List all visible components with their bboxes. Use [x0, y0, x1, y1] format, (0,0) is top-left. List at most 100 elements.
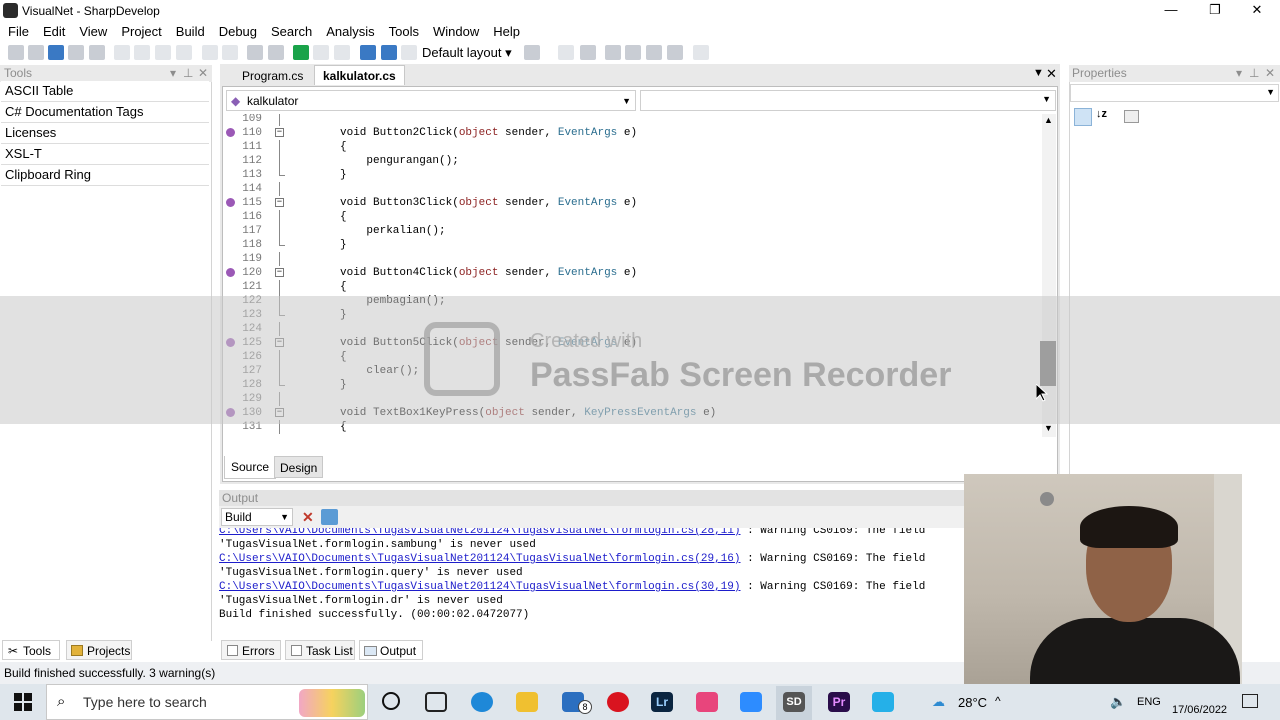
edge-icon[interactable]: [471, 692, 493, 712]
menu-edit[interactable]: Edit: [36, 22, 72, 41]
bookmark-marker-icon[interactable]: [226, 128, 235, 137]
print-icon[interactable]: [89, 45, 105, 60]
comment-icon[interactable]: [605, 45, 621, 60]
replace-icon[interactable]: [667, 45, 683, 60]
code-line[interactable]: 113}: [224, 168, 1042, 182]
zoom-icon[interactable]: [740, 692, 762, 712]
find-next-icon[interactable]: [646, 45, 662, 60]
tab-kalkulator-cs[interactable]: kalkulator.cs: [314, 65, 405, 85]
alphabetical-icon[interactable]: ↓z: [1096, 108, 1114, 126]
cortana-icon[interactable]: [382, 692, 400, 710]
tab-projects[interactable]: Projects: [66, 640, 132, 660]
tab-source[interactable]: Source: [224, 456, 277, 479]
delete-icon[interactable]: [176, 45, 192, 60]
code-line[interactable]: 119: [224, 252, 1042, 266]
tool-item-ascii-table[interactable]: ASCII Table: [1, 81, 209, 102]
minimize-button[interactable]: —: [1148, 0, 1194, 22]
class-dropdown[interactable]: ◆ kalkulator ▼: [226, 90, 636, 111]
tab-tools[interactable]: ✂ Tools: [2, 640, 60, 660]
undo-icon[interactable]: [202, 45, 218, 60]
menu-analysis[interactable]: Analysis: [319, 22, 381, 41]
paste-icon[interactable]: [155, 45, 171, 60]
code-line[interactable]: 121 {: [224, 280, 1042, 294]
tab-task-list[interactable]: Task List: [285, 640, 355, 660]
task-view-icon[interactable]: [425, 692, 447, 712]
sharpdevelop-icon[interactable]: SD: [783, 692, 805, 712]
panel-menu-icon[interactable]: ▾: [170, 65, 176, 82]
file-explorer-icon[interactable]: [516, 692, 538, 712]
tab-program-cs[interactable]: Program.cs: [234, 66, 311, 86]
property-pages-icon[interactable]: [1124, 110, 1139, 123]
volume-icon[interactable]: 🔈: [1110, 694, 1126, 710]
bookmark-marker-icon[interactable]: [226, 268, 235, 277]
close-icon[interactable]: ✕: [198, 65, 208, 82]
instagram-icon[interactable]: [696, 692, 718, 712]
properties-object-select[interactable]: ▼: [1070, 84, 1279, 102]
tab-output[interactable]: Output: [359, 640, 423, 660]
menu-build[interactable]: Build: [169, 22, 212, 41]
tool-item-csharp-doc-tags[interactable]: C# Documentation Tags: [1, 102, 209, 123]
weather-icon[interactable]: ☁: [932, 694, 945, 710]
notifications-icon[interactable]: [1242, 694, 1258, 708]
member-dropdown[interactable]: ▼: [640, 90, 1056, 111]
taskbar-search[interactable]: ⌕ Type here to search: [46, 684, 368, 720]
redo-icon[interactable]: [222, 45, 238, 60]
pin-icon[interactable]: ⊥: [183, 65, 193, 82]
tab-errors[interactable]: Errors: [221, 640, 281, 660]
clear-output-icon[interactable]: ✕: [302, 509, 318, 525]
close-button[interactable]: ✕: [1234, 0, 1280, 22]
stop-icon[interactable]: [334, 45, 350, 60]
step-over-icon[interactable]: [360, 45, 376, 60]
input-language[interactable]: ENG: [1137, 696, 1161, 708]
opera-icon[interactable]: [607, 692, 629, 712]
output-file-link[interactable]: C:\Users\VAIO\Documents\TugasVisualNet20…: [219, 528, 741, 537]
code-line[interactable]: 114: [224, 182, 1042, 196]
premiere-icon[interactable]: Pr: [828, 692, 850, 712]
copy-icon[interactable]: [134, 45, 150, 60]
code-line[interactable]: 118}: [224, 238, 1042, 252]
scroll-up-icon[interactable]: ▲: [1044, 115, 1053, 125]
tool-item-clipboard-ring[interactable]: Clipboard Ring: [1, 165, 209, 186]
run-without-debug-icon[interactable]: [313, 45, 329, 60]
output-file-link[interactable]: C:\Users\VAIO\Documents\TugasVisualNet20…: [219, 553, 741, 565]
menu-tools[interactable]: Tools: [382, 22, 426, 41]
code-line[interactable]: 112 pengurangan();: [224, 154, 1042, 168]
code-line[interactable]: 111 {: [224, 140, 1042, 154]
code-line[interactable]: 117 perkalian();: [224, 224, 1042, 238]
bookmark-marker-icon[interactable]: [226, 198, 235, 207]
code-line[interactable]: 120− void Button4Click(object sender, Eve…: [224, 266, 1042, 280]
word-wrap-icon[interactable]: [321, 509, 338, 525]
panel-menu-icon[interactable]: ▾: [1236, 65, 1242, 82]
pin-icon[interactable]: ⊥: [1249, 65, 1259, 82]
find-icon[interactable]: [625, 45, 641, 60]
scroll-down-icon[interactable]: ▼: [1044, 423, 1053, 433]
tab-list-icon[interactable]: ▼: [1033, 67, 1044, 79]
open-icon[interactable]: [28, 45, 44, 60]
menu-project[interactable]: Project: [114, 22, 168, 41]
code-line[interactable]: 109: [224, 114, 1042, 126]
close-icon[interactable]: ✕: [1265, 65, 1275, 82]
save-all-icon[interactable]: [68, 45, 84, 60]
clock-date[interactable]: 17/06/2022: [1172, 704, 1227, 716]
code-line[interactable]: 115− void Button3Click(object sender, Eve…: [224, 196, 1042, 210]
rebuild-icon[interactable]: [268, 45, 284, 60]
run-icon[interactable]: [293, 45, 309, 60]
fold-toggle-icon[interactable]: −: [275, 128, 284, 137]
menu-file[interactable]: File: [1, 22, 36, 41]
menu-view[interactable]: View: [72, 22, 114, 41]
fold-toggle-icon[interactable]: −: [275, 268, 284, 277]
indent-icon[interactable]: [580, 45, 596, 60]
recorder-icon[interactable]: [872, 692, 894, 712]
new-file-icon[interactable]: [8, 45, 24, 60]
cut-icon[interactable]: [114, 45, 130, 60]
layout-select[interactable]: Default layout ▾: [422, 44, 512, 62]
options-icon[interactable]: [524, 45, 540, 60]
close-tab-icon[interactable]: ✕: [1046, 66, 1057, 82]
fold-toggle-icon[interactable]: −: [275, 198, 284, 207]
menu-search[interactable]: Search: [264, 22, 319, 41]
tool-item-xslt[interactable]: XSL-T: [1, 144, 209, 165]
output-file-link[interactable]: C:\Users\VAIO\Documents\TugasVisualNet20…: [219, 581, 741, 593]
code-line[interactable]: 110− void Button2Click(object sender, Eve…: [224, 126, 1042, 140]
menu-debug[interactable]: Debug: [212, 22, 264, 41]
tool-item-licenses[interactable]: Licenses: [1, 123, 209, 144]
